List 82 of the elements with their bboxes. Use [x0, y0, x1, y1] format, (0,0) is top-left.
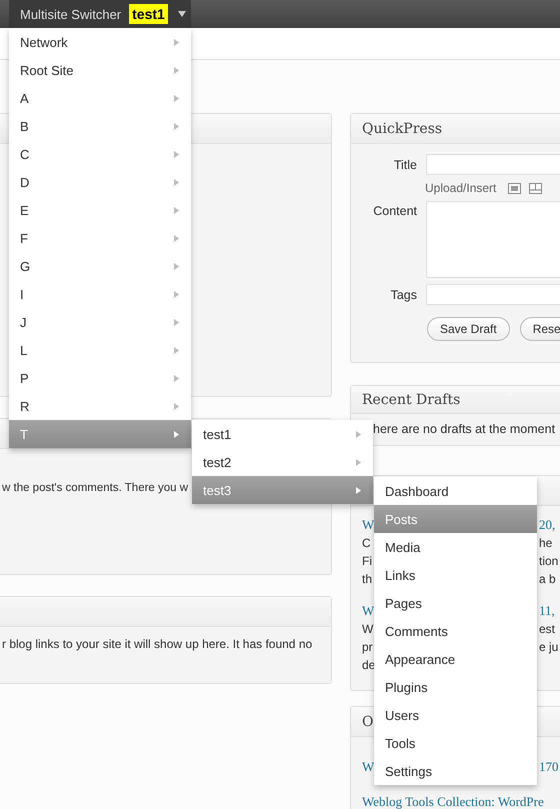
submenu-arrow-icon	[174, 122, 179, 130]
reset-button[interactable]: Rese	[520, 317, 560, 341]
menu-item[interactable]: test1	[192, 420, 373, 448]
post-excerpt: he	[539, 536, 552, 550]
submenu-arrow-icon	[356, 486, 361, 494]
menu-item[interactable]: Dashboard	[374, 477, 537, 505]
submenu-arrow-icon	[174, 94, 179, 102]
post-link[interactable]: W	[362, 517, 374, 533]
menu-item[interactable]: F	[9, 224, 191, 252]
post-link[interactable]: W	[362, 603, 374, 619]
menu-item[interactable]: test2	[192, 448, 373, 476]
post-excerpt: de	[362, 658, 376, 672]
title-field[interactable]	[426, 154, 560, 175]
submenu-arrow-icon	[174, 402, 179, 410]
submenu-arrow-icon	[174, 150, 179, 158]
panel-text: r blog links to your site it will show up here. It has found no	[2, 636, 312, 651]
post-excerpt: Fi	[362, 554, 372, 568]
multisite-switcher-button[interactable]: Multisite Switcher test1	[9, 0, 191, 28]
panel-title: QuickPress	[362, 120, 442, 136]
submenu-arrow-icon	[174, 262, 179, 270]
current-site-badge: test1	[129, 4, 168, 24]
menu-item[interactable]: B	[9, 112, 191, 140]
news-link[interactable]: W	[362, 758, 374, 774]
submenu-arrow-icon	[174, 430, 179, 438]
menu-item[interactable]: Settings	[374, 757, 537, 785]
menu-item[interactable]: Users	[374, 701, 537, 729]
post-excerpt: tion	[539, 554, 558, 568]
post-date: 20,	[539, 517, 556, 533]
panel-title: Recent Drafts	[362, 392, 460, 408]
submenu-arrow-icon	[174, 374, 179, 382]
submenu-arrow-icon	[356, 458, 361, 466]
menu-item[interactable]: Media	[374, 533, 537, 561]
menu-item[interactable]: Links	[374, 561, 537, 589]
submenu-arrow-icon	[174, 290, 179, 298]
menu-item[interactable]: Appearance	[374, 645, 537, 673]
news-link[interactable]: Weblog Tools Collection: WordPre	[362, 794, 544, 809]
submenu-arrow-icon	[174, 234, 179, 242]
drafts-message: here are no drafts at the moment	[373, 422, 556, 436]
submenu-arrow-icon	[174, 66, 179, 74]
menu-item[interactable]: G	[9, 252, 191, 280]
post-date: 11,	[539, 603, 555, 619]
submenu-arrow-icon	[174, 206, 179, 214]
menu-item[interactable]: D	[9, 168, 191, 196]
submenu-arrow-icon	[174, 346, 179, 354]
menu-item[interactable]: Plugins	[374, 673, 537, 701]
menu-item[interactable]: Root Site	[9, 56, 191, 84]
upload-insert-label: Upload/Insert	[425, 181, 496, 195]
menu-item[interactable]: Tools	[374, 729, 537, 757]
post-excerpt: C	[362, 536, 371, 550]
post-excerpt: e ju	[539, 640, 558, 654]
menu-item[interactable]: L	[9, 336, 191, 364]
menu-item[interactable]: A	[9, 84, 191, 112]
menu-item[interactable]: Pages	[374, 589, 537, 617]
menu-item[interactable]: J	[9, 308, 191, 336]
post-excerpt: W	[362, 622, 374, 636]
submenu-arrow-icon	[174, 318, 179, 326]
menu-item[interactable]: P	[9, 364, 191, 392]
menu-item[interactable]: I	[9, 280, 191, 308]
media-icon[interactable]	[529, 182, 542, 194]
post-excerpt: th	[362, 572, 372, 586]
tags-field[interactable]	[426, 284, 560, 305]
post-excerpt: pr	[362, 640, 373, 654]
menu-item[interactable]: E	[9, 196, 191, 224]
field-label: Tags	[390, 288, 417, 302]
menu-item[interactable]: Network	[9, 28, 191, 56]
panel-text: w the post's comments. There you w	[2, 481, 188, 494]
post-excerpt: a b	[539, 572, 556, 586]
panel-title: O	[362, 714, 374, 730]
image-icon[interactable]	[508, 182, 522, 194]
menu-item[interactable]: R	[9, 392, 191, 420]
caret-icon	[178, 11, 186, 17]
field-label: Content	[372, 203, 417, 218]
submenu-arrow-icon	[356, 430, 361, 438]
post-excerpt: est	[539, 622, 556, 636]
content-field[interactable]	[426, 201, 560, 278]
field-label: Title	[392, 158, 417, 172]
menu-item[interactable]: Comments	[374, 617, 537, 645]
submenu-arrow-icon	[174, 178, 179, 186]
news-link[interactable]: 170	[539, 758, 558, 774]
menu-item[interactable]: C	[9, 140, 191, 168]
save-draft-button[interactable]: Save Draft	[427, 317, 510, 341]
submenu-arrow-icon	[174, 38, 179, 46]
